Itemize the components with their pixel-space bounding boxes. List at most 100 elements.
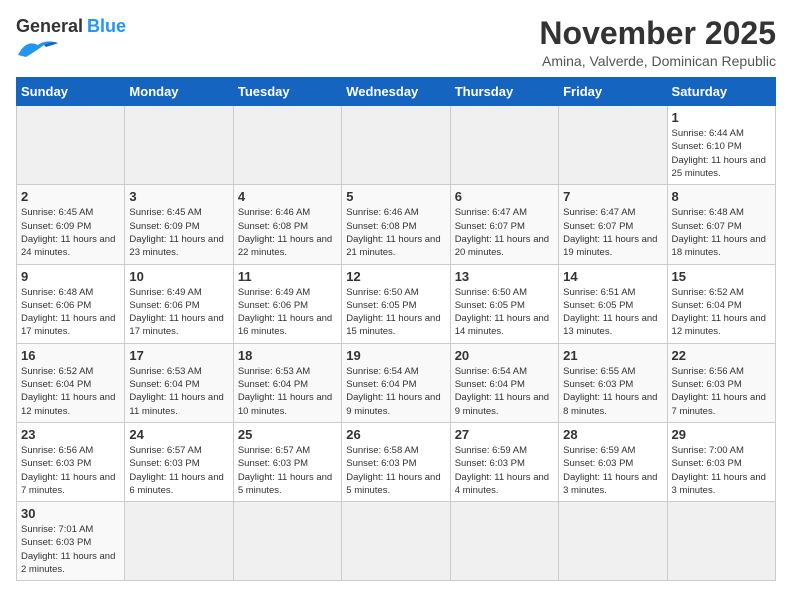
col-header-thursday: Thursday [450,78,558,106]
calendar-cell: 4 Sunrise: 6:46 AM Sunset: 6:08 PM Daylig… [233,185,341,264]
day-number: 21 [563,348,662,363]
day-number: 23 [21,427,120,442]
calendar-cell: 2 Sunrise: 6:45 AM Sunset: 6:09 PM Daylig… [17,185,125,264]
day-info: Sunrise: 6:54 AM Sunset: 6:04 PM Dayligh… [346,365,445,418]
calendar-cell: 6 Sunrise: 6:47 AM Sunset: 6:07 PM Daylig… [450,185,558,264]
day-number: 3 [129,189,228,204]
day-info: Sunrise: 6:52 AM Sunset: 6:04 PM Dayligh… [672,286,771,339]
day-number: 25 [238,427,337,442]
calendar-cell [233,502,341,581]
day-info: Sunrise: 6:57 AM Sunset: 6:03 PM Dayligh… [129,444,228,497]
day-number: 30 [21,506,120,521]
calendar-cell: 17Sunrise: 6:53 AM Sunset: 6:04 PM Dayli… [125,343,233,422]
day-number: 7 [563,189,662,204]
page-header: General Blue November 2025 Amina, Valver… [16,16,776,69]
day-info: Sunrise: 6:48 AM Sunset: 6:06 PM Dayligh… [21,286,120,339]
day-number: 28 [563,427,662,442]
calendar-cell: 16 Sunrise: 6:52 AM Sunset: 6:04 PM Dayli… [17,343,125,422]
calendar-cell: 30Sunrise: 7:01 AM Sunset: 6:03 PM Dayli… [17,502,125,581]
day-number: 26 [346,427,445,442]
day-number: 5 [346,189,445,204]
day-info: Sunrise: 6:57 AM Sunset: 6:03 PM Dayligh… [238,444,337,497]
day-info: Sunrise: 6:46 AM Sunset: 6:08 PM Dayligh… [346,206,445,259]
day-number: 15 [672,269,771,284]
day-number: 18 [238,348,337,363]
calendar-cell: 23Sunrise: 6:56 AM Sunset: 6:03 PM Dayli… [17,422,125,501]
calendar-cell [450,106,558,185]
calendar-cell: 24 Sunrise: 6:57 AM Sunset: 6:03 PM Dayli… [125,422,233,501]
calendar-cell: 12 Sunrise: 6:50 AM Sunset: 6:05 PM Dayli… [342,264,450,343]
day-number: 27 [455,427,554,442]
day-number: 1 [672,110,771,125]
col-header-friday: Friday [559,78,667,106]
day-number: 12 [346,269,445,284]
calendar-week-row: 16 Sunrise: 6:52 AM Sunset: 6:04 PM Dayli… [17,343,776,422]
calendar-week-row: 9Sunrise: 6:48 AM Sunset: 6:06 PM Daylig… [17,264,776,343]
day-info: Sunrise: 6:53 AM Sunset: 6:04 PM Dayligh… [238,365,337,418]
day-number: 20 [455,348,554,363]
calendar-cell: 19 Sunrise: 6:54 AM Sunset: 6:04 PM Dayli… [342,343,450,422]
day-info: Sunrise: 6:52 AM Sunset: 6:04 PM Dayligh… [21,365,120,418]
calendar-header-row: SundayMondayTuesdayWednesdayThursdayFrid… [17,78,776,106]
day-number: 14 [563,269,662,284]
calendar-cell: 14Sunrise: 6:51 AM Sunset: 6:05 PM Dayli… [559,264,667,343]
day-info: Sunrise: 6:59 AM Sunset: 6:03 PM Dayligh… [563,444,662,497]
calendar-week-row: 30Sunrise: 7:01 AM Sunset: 6:03 PM Dayli… [17,502,776,581]
calendar-cell: 27 Sunrise: 6:59 AM Sunset: 6:03 PM Dayli… [450,422,558,501]
calendar-cell: 3 Sunrise: 6:45 AM Sunset: 6:09 PM Daylig… [125,185,233,264]
col-header-sunday: Sunday [17,78,125,106]
calendar-cell: 10Sunrise: 6:49 AM Sunset: 6:06 PM Dayli… [125,264,233,343]
day-info: Sunrise: 6:58 AM Sunset: 6:03 PM Dayligh… [346,444,445,497]
day-info: Sunrise: 6:49 AM Sunset: 6:06 PM Dayligh… [129,286,228,339]
day-info: Sunrise: 6:49 AM Sunset: 6:06 PM Dayligh… [238,286,337,339]
calendar-cell: 5 Sunrise: 6:46 AM Sunset: 6:08 PM Daylig… [342,185,450,264]
calendar-cell: 8 Sunrise: 6:48 AM Sunset: 6:07 PM Daylig… [667,185,775,264]
calendar-cell: 28 Sunrise: 6:59 AM Sunset: 6:03 PM Dayli… [559,422,667,501]
day-info: Sunrise: 6:59 AM Sunset: 6:03 PM Dayligh… [455,444,554,497]
calendar-cell: 22Sunrise: 6:56 AM Sunset: 6:03 PM Dayli… [667,343,775,422]
day-number: 24 [129,427,228,442]
day-number: 29 [672,427,771,442]
calendar-cell: 26 Sunrise: 6:58 AM Sunset: 6:03 PM Dayli… [342,422,450,501]
day-info: Sunrise: 6:47 AM Sunset: 6:07 PM Dayligh… [563,206,662,259]
location-subtitle: Amina, Valverde, Dominican Republic [539,53,776,69]
day-number: 8 [672,189,771,204]
calendar-cell [125,502,233,581]
day-number: 19 [346,348,445,363]
calendar-cell: 21Sunrise: 6:55 AM Sunset: 6:03 PM Dayli… [559,343,667,422]
day-info: Sunrise: 6:54 AM Sunset: 6:04 PM Dayligh… [455,365,554,418]
calendar-cell: 13Sunrise: 6:50 AM Sunset: 6:05 PM Dayli… [450,264,558,343]
calendar-cell: 7 Sunrise: 6:47 AM Sunset: 6:07 PM Daylig… [559,185,667,264]
day-info: Sunrise: 6:44 AM Sunset: 6:10 PM Dayligh… [672,127,771,180]
calendar-cell [233,106,341,185]
col-header-tuesday: Tuesday [233,78,341,106]
day-number: 16 [21,348,120,363]
col-header-saturday: Saturday [667,78,775,106]
day-number: 2 [21,189,120,204]
day-number: 11 [238,269,337,284]
day-number: 6 [455,189,554,204]
title-block: November 2025 Amina, Valverde, Dominican… [539,16,776,69]
day-info: Sunrise: 6:48 AM Sunset: 6:07 PM Dayligh… [672,206,771,259]
day-info: Sunrise: 6:47 AM Sunset: 6:07 PM Dayligh… [455,206,554,259]
col-header-wednesday: Wednesday [342,78,450,106]
calendar-cell: 15 Sunrise: 6:52 AM Sunset: 6:04 PM Dayli… [667,264,775,343]
day-info: Sunrise: 6:45 AM Sunset: 6:09 PM Dayligh… [21,206,120,259]
day-number: 4 [238,189,337,204]
calendar-cell [559,502,667,581]
day-info: Sunrise: 6:50 AM Sunset: 6:05 PM Dayligh… [455,286,554,339]
logo: General Blue [16,16,126,59]
calendar-cell: 25 Sunrise: 6:57 AM Sunset: 6:03 PM Dayli… [233,422,341,501]
logo-bird-icon [16,37,60,59]
calendar-cell: 29 Sunrise: 7:00 AM Sunset: 6:03 PM Dayli… [667,422,775,501]
calendar-cell [342,106,450,185]
day-info: Sunrise: 7:00 AM Sunset: 6:03 PM Dayligh… [672,444,771,497]
day-info: Sunrise: 6:46 AM Sunset: 6:08 PM Dayligh… [238,206,337,259]
day-info: Sunrise: 6:50 AM Sunset: 6:05 PM Dayligh… [346,286,445,339]
calendar-cell [667,502,775,581]
calendar-week-row: 1 Sunrise: 6:44 AM Sunset: 6:10 PM Daylig… [17,106,776,185]
calendar-cell [342,502,450,581]
month-title: November 2025 [539,16,776,51]
day-info: Sunrise: 6:45 AM Sunset: 6:09 PM Dayligh… [129,206,228,259]
day-number: 17 [129,348,228,363]
